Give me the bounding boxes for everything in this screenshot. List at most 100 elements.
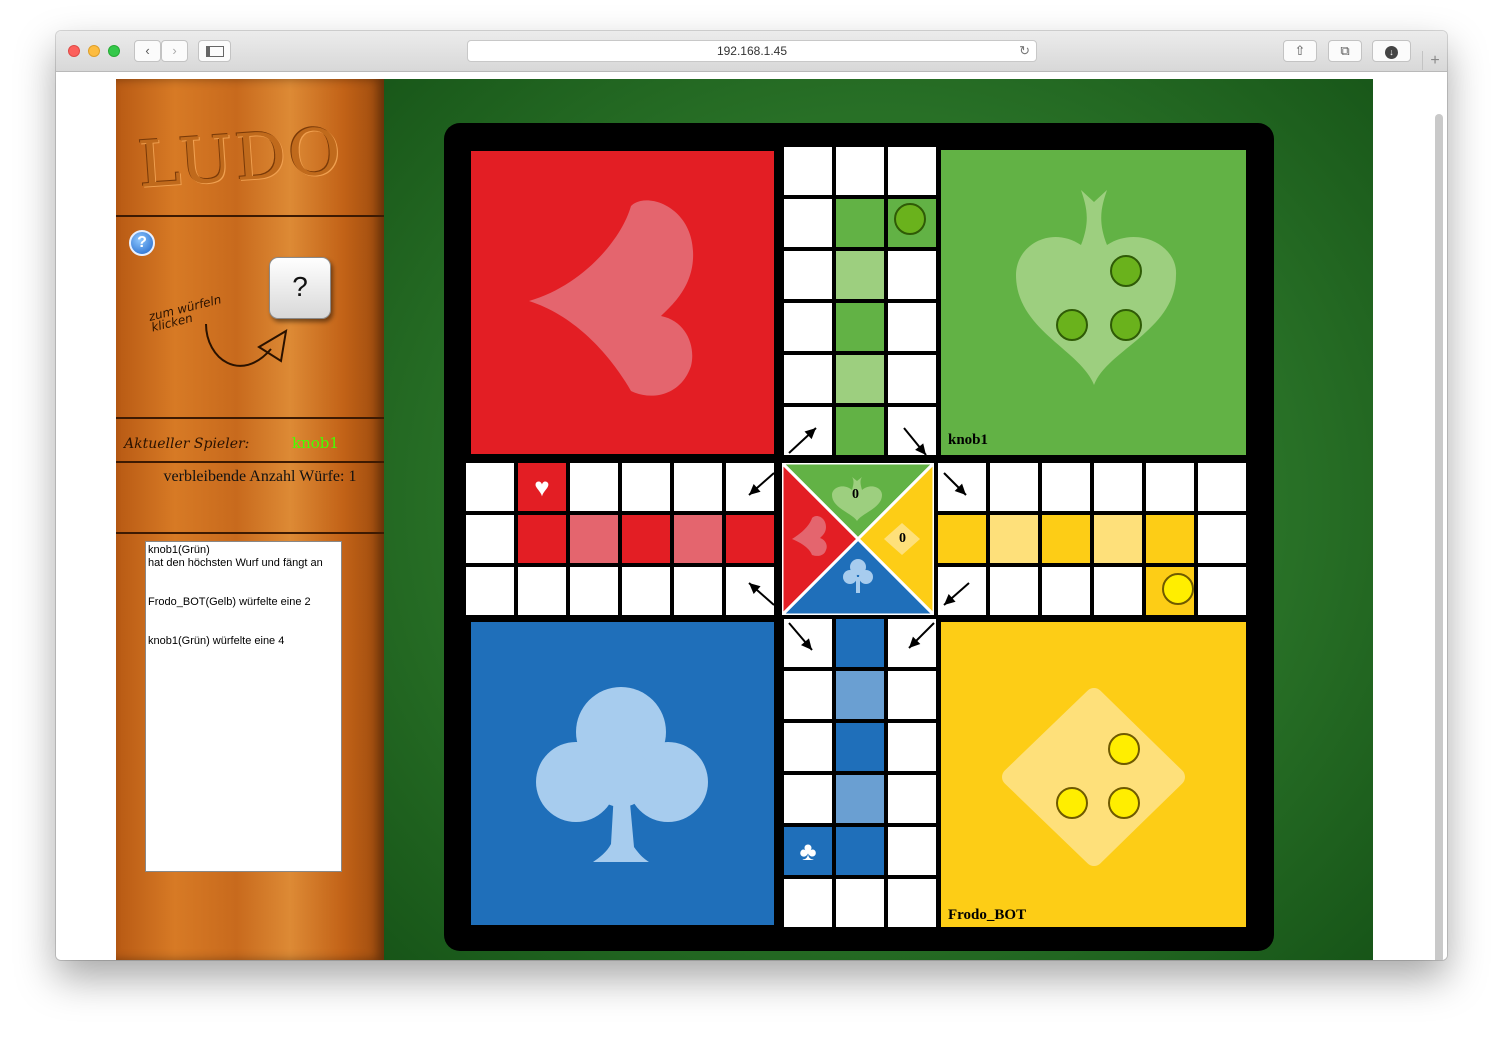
green-pawn[interactable] — [1110, 255, 1142, 287]
log-entry: knob1(Grün) hat den höchsten Wurf und fä… — [148, 544, 323, 569]
green-pawn[interactable] — [1056, 309, 1088, 341]
board-field[interactable] — [886, 669, 938, 721]
board-field[interactable] — [834, 301, 886, 353]
board-field[interactable] — [834, 145, 886, 197]
board-field[interactable] — [782, 405, 834, 457]
board-field[interactable] — [886, 721, 938, 773]
board-field[interactable] — [782, 145, 834, 197]
divider — [116, 461, 384, 463]
board-field[interactable] — [834, 877, 886, 929]
blue-home — [471, 622, 774, 925]
board-field[interactable] — [672, 461, 724, 513]
board-field[interactable] — [464, 565, 516, 617]
board-field[interactable] — [782, 353, 834, 405]
board-field[interactable] — [886, 301, 938, 353]
address-bar[interactable]: 192.168.1.45 ↻ — [467, 40, 1037, 62]
board-field[interactable] — [834, 721, 886, 773]
board-field[interactable] — [782, 773, 834, 825]
back-button[interactable]: ‹ — [134, 40, 161, 62]
board-field[interactable] — [886, 353, 938, 405]
forward-button[interactable]: › — [161, 40, 188, 62]
board-field[interactable] — [782, 301, 834, 353]
board-field[interactable] — [1196, 565, 1248, 617]
board-field[interactable] — [782, 249, 834, 301]
board-field[interactable] — [834, 617, 886, 669]
board-field[interactable] — [1196, 461, 1248, 513]
page-scrollbar[interactable] — [1435, 114, 1443, 960]
board-field[interactable] — [672, 565, 724, 617]
heart-icon: ♥ — [534, 472, 550, 502]
green-pawn[interactable] — [894, 203, 926, 235]
board-field[interactable] — [568, 513, 620, 565]
board-field[interactable] — [620, 565, 672, 617]
board-field[interactable] — [1092, 513, 1144, 565]
share-button[interactable]: ⇧ — [1283, 40, 1317, 62]
reload-icon[interactable]: ↻ — [1019, 41, 1030, 61]
minimize-window-button[interactable] — [88, 45, 100, 57]
yellow-pawn[interactable] — [1108, 733, 1140, 765]
board-field[interactable] — [1040, 565, 1092, 617]
game-log[interactable]: knob1(Grün) hat den höchsten Wurf und fä… — [145, 541, 342, 872]
board-field[interactable] — [936, 461, 988, 513]
board-field[interactable] — [724, 461, 776, 513]
board-field[interactable] — [1040, 513, 1092, 565]
board-field[interactable] — [516, 513, 568, 565]
close-window-button[interactable] — [68, 45, 80, 57]
browser-toolbar: ‹ › 192.168.1.45 ↻ ⇧ ⧉ ↓ + — [56, 31, 1447, 72]
board-field[interactable] — [568, 565, 620, 617]
sidebar-toggle-button[interactable] — [198, 40, 231, 62]
board-field[interactable] — [672, 513, 724, 565]
board-field[interactable] — [724, 565, 776, 617]
board-field[interactable] — [1040, 461, 1092, 513]
board-field[interactable] — [782, 197, 834, 249]
board-field[interactable] — [834, 825, 886, 877]
dice-roll-button[interactable]: ? — [269, 257, 331, 319]
help-icon[interactable]: ? — [129, 230, 155, 256]
board-field[interactable] — [1092, 461, 1144, 513]
board-field[interactable] — [988, 461, 1040, 513]
remaining-rolls-text: verbleibende Anzahl Würfe: 1 — [163, 468, 357, 485]
board-field[interactable] — [834, 773, 886, 825]
board-field[interactable] — [516, 565, 568, 617]
tabs-button[interactable]: ⧉ — [1328, 40, 1362, 62]
download-button[interactable]: ↓ — [1372, 40, 1411, 62]
green-pawn[interactable] — [1110, 309, 1142, 341]
board-field[interactable] — [782, 877, 834, 929]
board-field[interactable] — [834, 197, 886, 249]
board-field[interactable] — [988, 565, 1040, 617]
heart-icon — [529, 200, 694, 396]
board-field[interactable] — [464, 461, 516, 513]
board-field[interactable] — [834, 669, 886, 721]
board-field[interactable] — [936, 513, 988, 565]
board-field[interactable] — [936, 565, 988, 617]
board-field[interactable] — [620, 513, 672, 565]
green-home: knob1 — [941, 150, 1246, 455]
board-field[interactable] — [886, 617, 938, 669]
board-field[interactable] — [834, 405, 886, 457]
board-field[interactable] — [724, 513, 776, 565]
yellow-pawn[interactable] — [1162, 573, 1194, 605]
board-field[interactable] — [834, 249, 886, 301]
zoom-window-button[interactable] — [108, 45, 120, 57]
board-field[interactable] — [886, 773, 938, 825]
board-field[interactable] — [782, 669, 834, 721]
board-field[interactable] — [886, 145, 938, 197]
board-field[interactable] — [1144, 513, 1196, 565]
board-field[interactable] — [568, 461, 620, 513]
board-field[interactable] — [886, 877, 938, 929]
board-field[interactable] — [1196, 513, 1248, 565]
board-field[interactable] — [834, 353, 886, 405]
board-field[interactable] — [886, 405, 938, 457]
yellow-pawn[interactable] — [1108, 787, 1140, 819]
board-field[interactable] — [1092, 565, 1144, 617]
board-field[interactable] — [988, 513, 1040, 565]
board-field[interactable] — [886, 249, 938, 301]
board-field[interactable] — [782, 617, 834, 669]
board-field[interactable] — [620, 461, 672, 513]
board-field[interactable] — [782, 721, 834, 773]
board-field[interactable] — [1144, 461, 1196, 513]
yellow-pawn[interactable] — [1056, 787, 1088, 819]
new-tab-button[interactable]: + — [1422, 51, 1447, 70]
board-field[interactable] — [464, 513, 516, 565]
board-field[interactable] — [886, 825, 938, 877]
